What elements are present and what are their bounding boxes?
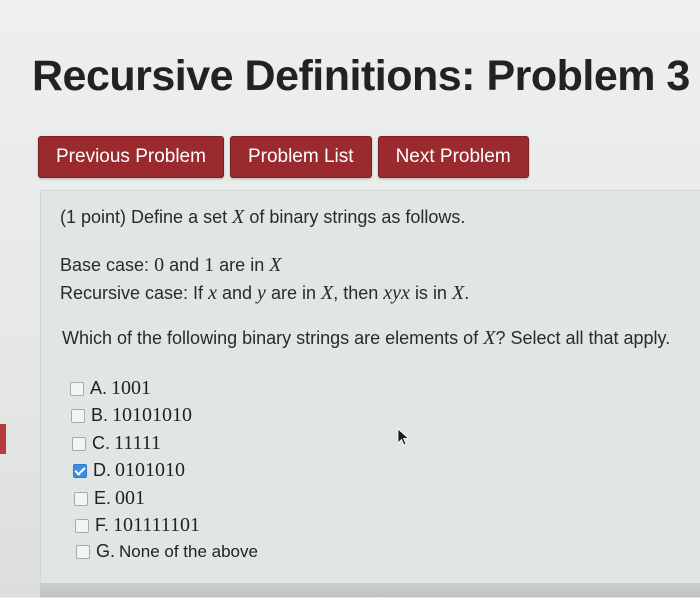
checkbox-d-checked[interactable] <box>73 463 87 478</box>
rec-var2: X <box>451 282 465 304</box>
base-var: X <box>269 254 282 276</box>
intro-prefix: (1 point) Define a set <box>60 207 228 227</box>
intro-suffix: of binary strings as follows. <box>249 207 466 227</box>
choice-letter: A. <box>90 378 108 398</box>
choice-value: 11111 <box>114 432 162 454</box>
recursive-case: Recursive case: If x and y are in X, the… <box>60 282 469 305</box>
problem-nav: Previous Problem Problem List Next Probl… <box>38 136 529 178</box>
panel-bottom-edge <box>40 583 700 597</box>
checkbox-b[interactable] <box>71 408 85 423</box>
choice-c[interactable]: C. 11111 <box>72 432 161 455</box>
problem-intro: (1 point) Define a set X of binary strin… <box>60 206 465 229</box>
checkbox-e[interactable] <box>74 491 88 506</box>
choice-value: 001 <box>115 487 146 509</box>
question-suffix: ? Select all that apply. <box>495 328 671 348</box>
choice-letter: F. <box>95 515 110 535</box>
choice-value: 101111101 <box>113 514 201 536</box>
rec-is-in: is in <box>414 283 447 303</box>
next-problem-button[interactable]: Next Problem <box>377 136 529 178</box>
base-prefix: Base case: <box>60 255 150 275</box>
choice-f[interactable]: F. 101111101 <box>75 514 200 537</box>
question-text: Which of the following binary strings ar… <box>62 327 670 350</box>
choice-value: 10101010 <box>112 404 193 426</box>
choice-letter: B. <box>91 405 109 425</box>
checkbox-f[interactable] <box>75 518 89 533</box>
rec-are-in: are in <box>270 283 316 303</box>
base-are-in: are in <box>219 255 265 275</box>
mouse-pointer-icon <box>397 428 411 451</box>
choice-b[interactable]: B. 10101010 <box>71 404 192 427</box>
choice-d[interactable]: D. 0101010 <box>73 459 185 482</box>
question-prefix: Which of the following binary strings ar… <box>62 328 479 348</box>
rec-and: and <box>221 283 253 303</box>
choice-value: 1001 <box>111 377 152 399</box>
choice-a[interactable]: A. 1001 <box>70 377 151 400</box>
rec-x: x <box>208 282 217 304</box>
question-var: X <box>483 327 496 349</box>
problem-list-button[interactable]: Problem List <box>229 136 372 178</box>
choice-letter: G. <box>96 541 116 561</box>
choice-value: 0101010 <box>115 459 185 481</box>
choice-letter: E. <box>94 488 112 508</box>
page-title: Recursive Definitions: Problem 3 <box>32 52 690 100</box>
rec-y: y <box>257 282 266 304</box>
choice-value: None of the above <box>119 541 258 561</box>
rec-var: X <box>321 282 334 304</box>
checkbox-g[interactable] <box>76 544 90 559</box>
window-edge-accent <box>0 424 6 454</box>
rec-xyx: xyx <box>383 282 410 304</box>
rec-end: . <box>464 283 470 303</box>
base-one: 1 <box>204 254 215 276</box>
rec-then: , then <box>333 283 379 303</box>
checkbox-a[interactable] <box>70 381 84 396</box>
base-and: and <box>169 255 200 275</box>
base-zero: 0 <box>154 254 165 276</box>
problem-panel: (1 point) Define a set X of binary strin… <box>40 190 700 598</box>
previous-problem-button[interactable]: Previous Problem <box>38 136 224 178</box>
page: Recursive Definitions: Problem 3 Previou… <box>0 0 700 598</box>
rec-prefix: Recursive case: If <box>60 283 204 303</box>
choice-g[interactable]: G. None of the above <box>76 541 258 562</box>
base-case: Base case: 0 and 1 are in X <box>60 254 281 277</box>
choice-letter: C. <box>92 433 110 453</box>
choice-letter: D. <box>93 460 111 480</box>
choice-e[interactable]: E. 001 <box>74 487 145 510</box>
checkbox-c[interactable] <box>72 436 86 451</box>
intro-var: X <box>232 206 245 228</box>
